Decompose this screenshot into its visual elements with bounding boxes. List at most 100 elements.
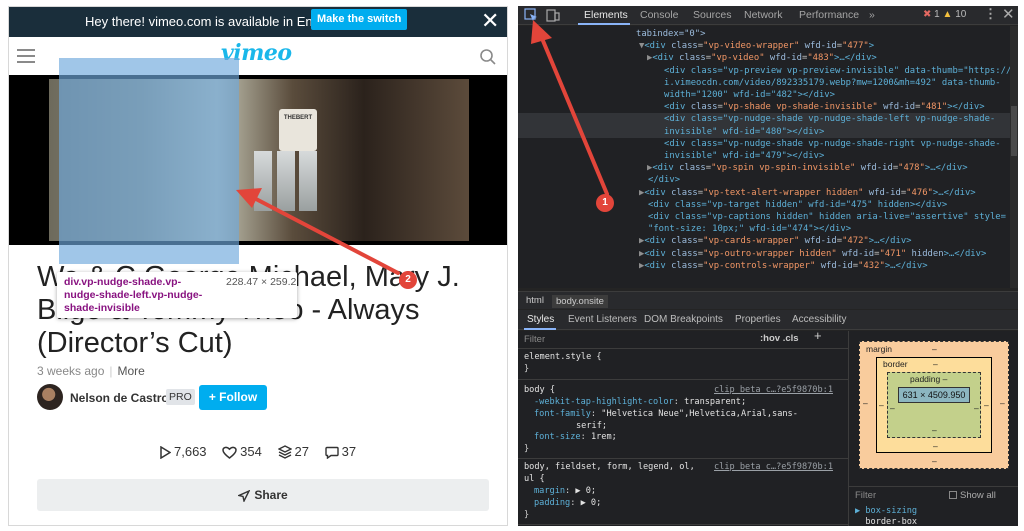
search-icon[interactable] xyxy=(479,48,497,71)
dom-node-line[interactable]: "font-size: 10px;" wfd-id="474"></div> xyxy=(648,223,851,235)
crumb-html[interactable]: html xyxy=(526,295,544,306)
dom-node-line[interactable]: <div class="vp-nudge-shade vp-nudge-shad… xyxy=(664,138,1001,150)
tooltip-selector: div.vp-nudge-shade.vp-nudge-shade-left.v… xyxy=(64,276,203,314)
make-the-switch-button[interactable]: Make the switch xyxy=(311,9,408,30)
tab-properties[interactable]: Properties xyxy=(735,314,781,325)
dom-node-line[interactable]: i.vimeocdn.com/video/892335179.webp?mw=1… xyxy=(664,77,1001,89)
new-rule-icon[interactable]: + xyxy=(814,331,822,342)
kebab-menu-icon[interactable]: ⋮ xyxy=(984,6,997,22)
dom-node-line[interactable]: <div class="vp-shade vp-shade-invisible"… xyxy=(664,101,985,113)
dom-node-line[interactable]: <div class="vp-nudge-shade vp-nudge-shad… xyxy=(518,113,1010,126)
close-icon[interactable]: ✕ xyxy=(481,9,499,33)
dom-node-line[interactable]: ▶<div class="vp-text-alert-wrapper hidde… xyxy=(639,187,976,199)
dom-node-line[interactable]: <div class="vp-preview vp-preview-invisi… xyxy=(664,65,1010,77)
border-left-value: – xyxy=(879,400,884,410)
tab-dom-breakpoints[interactable]: DOM Breakpoints xyxy=(644,314,723,325)
dom-scrollbar[interactable] xyxy=(1010,26,1018,288)
screenshot-root: Hey there! vimeo.com is available in Eng… xyxy=(0,0,1024,531)
border-label: border xyxy=(883,359,908,369)
tab-network[interactable]: Network xyxy=(744,9,783,21)
likes-stat[interactable]: 354 xyxy=(222,444,262,459)
glass-image xyxy=(254,151,272,211)
likes-count: 354 xyxy=(240,444,262,459)
inspect-tooltip: div.vp-nudge-shade.vp-nudge-shade-left.v… xyxy=(57,272,297,318)
breadcrumb: html body.onsite xyxy=(518,291,1018,309)
share-button[interactable]: Share xyxy=(37,479,489,511)
follow-button[interactable]: + Follow xyxy=(199,385,267,410)
dom-node-line[interactable]: ▶<div class="vp-outro-wrapper hidden" wf… xyxy=(639,248,986,260)
margin-label: margin xyxy=(866,344,892,354)
tab-elements[interactable]: Elements xyxy=(584,9,628,21)
comments-count: 37 xyxy=(341,444,357,459)
dom-node-line[interactable]: </div> xyxy=(648,174,680,186)
tab-event-listeners[interactable]: Event Listeners xyxy=(568,314,637,325)
hov-cls-toggle[interactable]: :hov .cls xyxy=(760,333,799,345)
border-bottom-value: – xyxy=(933,441,938,451)
more-tabs-icon[interactable]: » xyxy=(869,9,875,21)
reset-source-link[interactable]: clip_beta_c…?e5f9870b:1 xyxy=(714,462,833,474)
reset-selector: body, fieldset, form, legend, ol, xyxy=(524,462,695,472)
pro-badge: PRO xyxy=(166,389,195,405)
rule-close: } xyxy=(524,510,530,520)
computed-property[interactable]: ▶ box-sizing border-box xyxy=(855,506,917,526)
glass-image xyxy=(277,151,295,211)
annotation-badge-2: 2 xyxy=(399,271,417,289)
dom-node-line[interactable]: ▶<div class="vp-spin vp-spin-invisible" … xyxy=(647,162,968,174)
show-all-label: Show all xyxy=(960,490,996,501)
show-all-checkbox[interactable]: Show all xyxy=(949,490,996,501)
crumb-body[interactable]: body.onsite xyxy=(552,295,608,308)
css-property[interactable]: font-family: "Helvetica Neue",Helvetica,… xyxy=(534,409,798,421)
dom-node-line[interactable]: <div class="vp-target hidden" wfd-id="47… xyxy=(648,199,947,211)
dom-tree[interactable]: tabindex="0"> ▼<div class="vp-video-wrapp… xyxy=(518,26,1010,288)
inspect-element-icon[interactable] xyxy=(524,8,538,27)
dom-node-line[interactable]: <div class="vp-captions hidden" hidden a… xyxy=(648,211,1006,223)
hamburger-menu-icon[interactable] xyxy=(17,49,35,63)
body-source-link[interactable]: clip_beta_c…?e5f9870b:1 xyxy=(714,385,833,397)
dom-node-line[interactable]: ▼<div class="vp-video-wrapper" wfd-id="4… xyxy=(639,40,874,52)
dom-node-line[interactable]: tabindex="0"> xyxy=(636,28,705,40)
close-devtools-icon[interactable]: ✕ xyxy=(1002,6,1015,23)
css-property[interactable]: padding: ▶ 0; xyxy=(534,498,601,510)
devtools-panel: Elements Console Sources Network Perform… xyxy=(518,6,1018,526)
dom-node-line[interactable]: invisible" wfd-id="479"></div> xyxy=(664,150,824,162)
avatar[interactable] xyxy=(37,384,63,410)
tab-styles[interactable]: Styles xyxy=(527,314,554,325)
tab-console[interactable]: Console xyxy=(640,9,679,21)
dom-node-line[interactable]: ▶<div class="vp-controls-wrapper" wfd-id… xyxy=(639,260,928,272)
dom-node-line[interactable]: invisible" wfd-id="480"></div> xyxy=(518,125,1010,138)
rule-divider xyxy=(518,524,848,525)
dom-node-line[interactable]: ▶<div class="vp-cards-wrapper" wfd-id="4… xyxy=(639,235,912,247)
tab-accessibility[interactable]: Accessibility xyxy=(792,314,846,325)
plays-count: 7,663 xyxy=(174,444,207,459)
styles-filter[interactable]: Filter :hov .cls + xyxy=(518,331,848,349)
css-property[interactable]: font-size: 1rem; xyxy=(534,432,617,444)
css-property[interactable]: -webkit-tap-highlight-color: transparent… xyxy=(534,397,746,409)
scrollbar-thumb[interactable] xyxy=(1011,106,1017,156)
css-property[interactable]: serif; xyxy=(576,421,607,433)
comments-stat[interactable]: 37 xyxy=(324,444,357,460)
device-toolbar-icon[interactable] xyxy=(546,8,560,27)
share-icon xyxy=(237,489,251,504)
tab-performance[interactable]: Performance xyxy=(799,9,859,21)
filter-input[interactable]: Filter xyxy=(524,334,545,346)
owner-name[interactable]: Nelson de Castro xyxy=(70,391,169,405)
tab-sources[interactable]: Sources xyxy=(693,9,732,21)
css-property[interactable]: margin: ▶ 0; xyxy=(534,486,596,498)
posted-time: 3 weeks ago xyxy=(37,364,105,378)
padding-right-value: – xyxy=(974,403,979,413)
box-padding: padding – – – – 631 × 4509.950 xyxy=(887,372,981,438)
dom-node-line[interactable]: ▶<div class="vp-video" wfd-id="483">…</d… xyxy=(647,52,877,64)
collections-stat[interactable]: 27 xyxy=(276,444,309,459)
dom-node-line[interactable]: width="1200" wfd-id="482"></div> xyxy=(664,89,835,101)
mug-image: THEBERT xyxy=(279,109,317,151)
issue-counts[interactable]: ✖ 1 ▲ 10 xyxy=(923,9,966,20)
more-link[interactable]: More xyxy=(118,364,145,378)
mug-text: THEBERT xyxy=(283,115,313,121)
computed-filter-input[interactable]: Filter xyxy=(855,490,876,501)
active-tab-indicator xyxy=(578,23,630,25)
margin-top-value: – xyxy=(932,344,937,354)
heart-icon xyxy=(222,446,237,459)
box-content[interactable]: 631 × 4509.950 xyxy=(898,387,970,403)
padding-label: padding – xyxy=(910,374,948,384)
tooltip-dimensions: 228.47 × 259.2 xyxy=(226,276,297,288)
